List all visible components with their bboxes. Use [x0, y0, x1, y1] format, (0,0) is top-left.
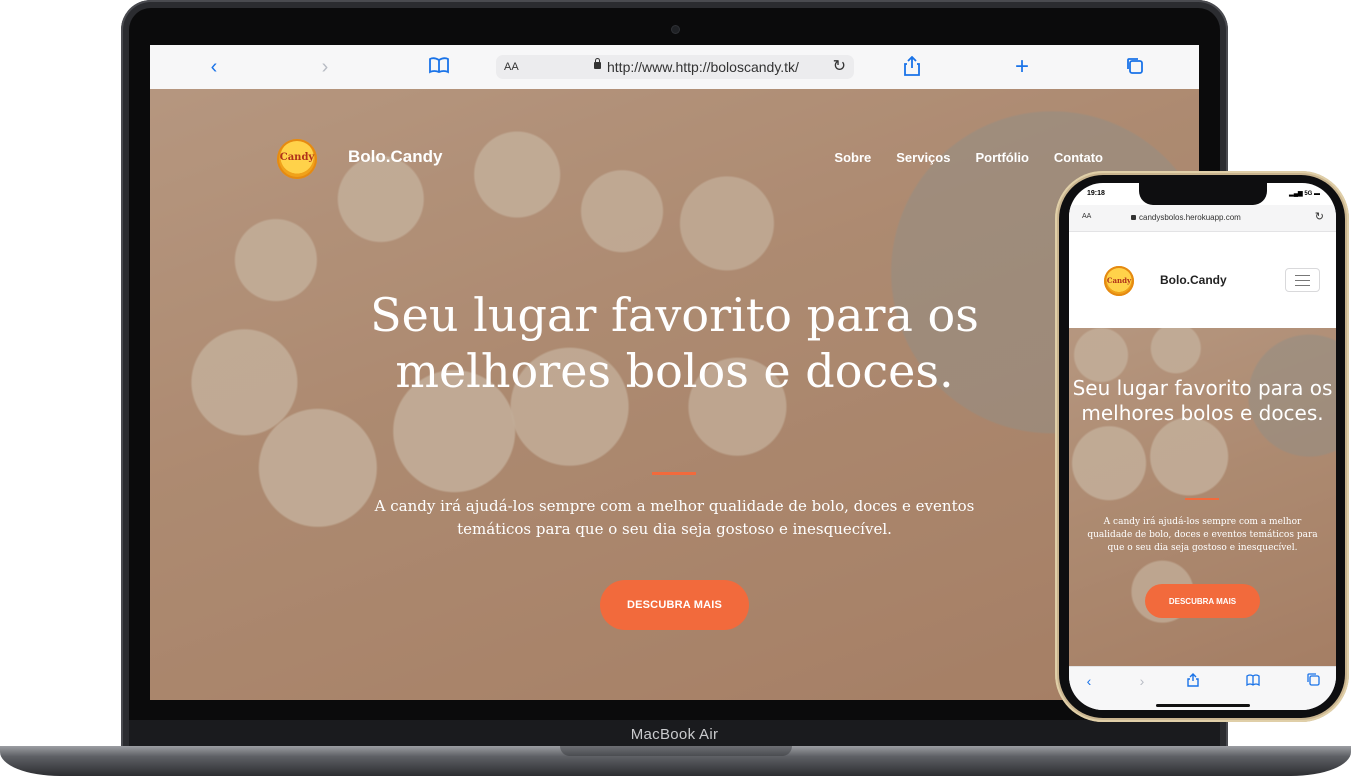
forward-icon[interactable]: › — [1132, 673, 1152, 689]
candy-logo[interactable]: Candy — [1104, 266, 1134, 296]
mobile-brand-name[interactable]: Bolo.Candy — [1160, 273, 1227, 287]
mobile-url-text: candysbolos.herokuapp.com — [1139, 213, 1241, 222]
share-icon[interactable] — [900, 55, 924, 78]
forward-icon[interactable]: › — [313, 56, 337, 78]
mobile-reader-aa-button[interactable]: AA — [1082, 213, 1091, 220]
address-bar[interactable]: AA http://www.http://boloscandy.tk/ ↻ — [496, 55, 854, 79]
phone-screen: 19:18 ▂▄▆ 5G ▬ AA candysbolos.herokuapp.… — [1069, 183, 1336, 710]
mobile-hero-headline: Seu lugar favorito para os melhores bolo… — [1072, 376, 1333, 425]
tabs-icon[interactable] — [1123, 56, 1147, 78]
share-icon[interactable] — [1183, 673, 1203, 690]
hero-headline: Seu lugar favorito para os melhores bolo… — [370, 288, 979, 398]
nav-link-servicos[interactable]: Serviços — [896, 150, 950, 165]
lock-icon — [594, 58, 601, 69]
laptop-chin: MacBook Air — [129, 720, 1220, 748]
nav-link-contato[interactable]: Contato — [1054, 150, 1103, 165]
tabs-icon[interactable] — [1303, 673, 1323, 689]
status-network: ▂▄▆ 5G ▬ — [1289, 191, 1320, 197]
hero-section: Candy Bolo.Candy Sobre Serviços Portfóli… — [150, 89, 1199, 700]
lock-icon — [1131, 215, 1136, 220]
device-label: MacBook Air — [630, 725, 719, 743]
home-indicator[interactable] — [1156, 704, 1250, 707]
mobile-hero-divider — [1185, 498, 1219, 500]
hero-divider — [652, 472, 696, 475]
reload-icon[interactable]: ↻ — [1315, 210, 1324, 223]
laptop-notch — [560, 746, 792, 756]
bookmarks-icon[interactable] — [1243, 673, 1263, 689]
bookmarks-icon[interactable] — [427, 56, 451, 78]
hero-subtitle: A candy irá ajudá-los sempre com a melho… — [374, 497, 975, 538]
phone-notch — [1139, 183, 1267, 205]
reader-aa-button[interactable]: AA — [504, 55, 519, 79]
discover-more-button[interactable]: DESCUBRA MAIS — [600, 580, 749, 630]
nav-link-sobre[interactable]: Sobre — [834, 150, 871, 165]
reload-icon[interactable]: ↻ — [833, 55, 846, 79]
add-tab-icon[interactable]: + — [1010, 55, 1034, 79]
browser-toolbar: ‹ › AA http://www.http://boloscandy.tk/ … — [150, 45, 1199, 90]
nav-link-portfolio[interactable]: Portfólio — [975, 150, 1028, 165]
hamburger-menu-icon[interactable] — [1285, 268, 1320, 292]
back-icon[interactable]: ‹ — [202, 56, 226, 78]
mobile-address-bar[interactable]: AA candysbolos.herokuapp.com ↻ — [1069, 205, 1336, 232]
back-icon[interactable]: ‹ — [1079, 673, 1099, 689]
candy-logo[interactable]: Candy — [277, 139, 317, 179]
status-time: 19:18 — [1087, 190, 1105, 197]
mobile-discover-more-button[interactable]: DESCUBRA MAIS — [1145, 584, 1260, 618]
mobile-header: Candy Bolo.Candy — [1069, 232, 1336, 328]
mobile-hero-subtitle: A candy irá ajudá-los sempre com a melho… — [1087, 517, 1318, 553]
camera-icon — [672, 26, 679, 33]
mobile-hero-section: Seu lugar favorito para os melhores bolo… — [1069, 328, 1336, 666]
main-nav: Sobre Serviços Portfólio Contato — [834, 150, 1103, 165]
desktop-screen: ‹ › AA http://www.http://boloscandy.tk/ … — [150, 45, 1199, 700]
url-text: http://www.http://boloscandy.tk/ — [607, 59, 799, 75]
brand-name[interactable]: Bolo.Candy — [348, 147, 442, 167]
